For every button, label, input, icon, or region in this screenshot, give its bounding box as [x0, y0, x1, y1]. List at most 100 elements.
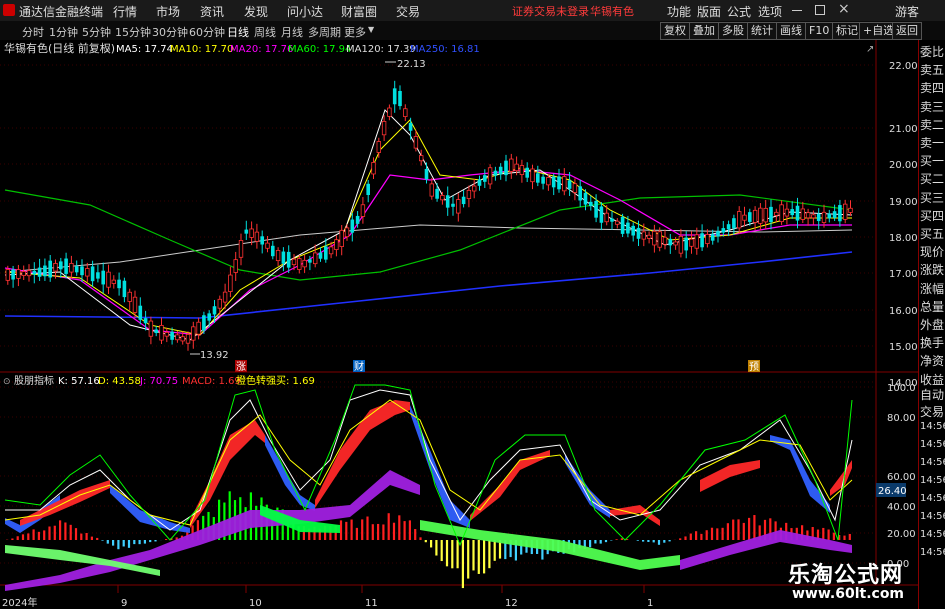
tf-more[interactable]: 更多	[344, 24, 366, 40]
candle-body	[562, 176, 567, 192]
candle-body	[138, 305, 143, 320]
candle-body	[461, 196, 466, 205]
minimize-icon[interactable]	[792, 10, 802, 11]
candle-body	[646, 234, 652, 239]
toolbar-biaoji[interactable]: 标记	[832, 22, 862, 40]
candle-body	[662, 236, 668, 245]
menu-wenxiaoda[interactable]: 问小达	[287, 3, 323, 20]
low-price-label: 13.92	[200, 350, 229, 361]
quote-label: 买四	[920, 208, 945, 223]
menu-hangqing[interactable]: 行情	[113, 3, 137, 20]
menu-gongshi[interactable]: 公式	[727, 3, 751, 20]
candle-body	[392, 88, 397, 105]
toolbar-fanhui[interactable]: 返回	[892, 22, 922, 40]
candle-body	[483, 175, 487, 182]
candle-body	[800, 208, 805, 220]
candle-body	[456, 199, 461, 214]
menu-caifuquan[interactable]: 财富圈	[341, 3, 377, 20]
candle-body	[350, 219, 355, 233]
candle-body	[43, 265, 47, 277]
tf-5min[interactable]: 5分钟	[82, 24, 111, 40]
y-tick: 80.00	[887, 413, 916, 424]
tf-60min[interactable]: 60分钟	[189, 24, 225, 40]
macd-bar	[726, 523, 729, 540]
watermark-title: 乐淘公式网	[788, 563, 904, 588]
quote-label: 卖二	[920, 117, 945, 132]
menu-banmian[interactable]: 版面	[697, 3, 721, 20]
candle-body	[387, 107, 392, 117]
maximize-icon[interactable]	[815, 5, 825, 15]
expand-icon[interactable]: ↗	[866, 44, 874, 55]
trade-login-warning[interactable]: 证券交易未登录	[512, 3, 589, 19]
candle-body	[769, 206, 773, 223]
candle-body	[509, 158, 514, 172]
candle-body	[26, 270, 32, 277]
quote-label: 买五	[920, 227, 945, 241]
guest-label[interactable]: 游客	[895, 3, 919, 20]
chart-settings-icon[interactable]: ⊙	[103, 45, 111, 55]
macd-bar	[477, 540, 480, 574]
macd-bar	[843, 535, 846, 540]
toolbar-f10[interactable]: F10	[805, 22, 834, 40]
menu-zixun[interactable]: 资讯	[200, 3, 224, 20]
x-tick: 10	[249, 598, 262, 609]
x-tick: 2024年	[2, 596, 37, 609]
tf-multi[interactable]: 多周期	[308, 24, 341, 40]
tf-daily[interactable]: 日线	[227, 24, 249, 40]
auto-trade-label[interactable]: 交易	[920, 403, 944, 420]
kline-chart-area[interactable]: 华锡有色(日线 前复权) ⊙ MA5: 17.74 MA10: 17.70 MA…	[0, 40, 918, 609]
macd-bar	[127, 540, 131, 548]
high-price-label: 22.13	[397, 59, 426, 70]
tf-monthly[interactable]: 月线	[281, 24, 303, 40]
candle-body	[106, 271, 111, 288]
macd-bar	[430, 540, 433, 548]
menu-shichang[interactable]: 市场	[156, 3, 180, 20]
toolbar-diejia[interactable]: 叠加	[689, 22, 719, 40]
ma120-label: MA120: 17.39	[346, 44, 416, 55]
menu-faxian[interactable]: 发现	[244, 3, 268, 20]
toolbar-duogu[interactable]: 多股	[718, 22, 748, 40]
candle-body	[117, 279, 121, 289]
candle-body	[583, 192, 588, 205]
candle-body	[281, 251, 286, 264]
indicator-settings-icon[interactable]: ⊙	[3, 377, 11, 387]
menu-jiaoyi[interactable]: 交易	[396, 3, 420, 20]
quote-label: 买三	[920, 190, 945, 205]
candle-body	[132, 296, 138, 313]
candle-body	[69, 263, 74, 273]
macd-bar	[32, 529, 35, 540]
macd-bar	[154, 540, 157, 542]
candle-body	[477, 179, 482, 186]
candle-body	[111, 279, 116, 284]
toolbar-huaxian[interactable]: 画线	[776, 22, 806, 40]
candle-body	[429, 183, 434, 197]
quote-label: 卖三	[920, 99, 945, 114]
candle-body	[758, 207, 763, 224]
candle-body	[689, 238, 694, 247]
candle-body	[212, 306, 217, 315]
candle-body	[589, 201, 593, 207]
candle-body	[180, 336, 185, 342]
toolbar-fuquan[interactable]: 复权	[660, 22, 690, 40]
macd-bar	[59, 520, 62, 540]
toolbar-tongji[interactable]: 统计	[747, 22, 777, 40]
auto-trade-label[interactable]: 自动	[920, 386, 944, 403]
quote-label: 现价	[920, 245, 945, 260]
macd-bar	[345, 521, 348, 540]
tf-1min[interactable]: 1分钟	[49, 24, 78, 40]
menu-gongneng[interactable]: 功能	[667, 3, 691, 20]
tf-30min[interactable]: 30分钟	[152, 24, 188, 40]
tf-15min[interactable]: 15分钟	[115, 24, 151, 40]
macd-bar	[488, 540, 491, 569]
menu-xuanxiang[interactable]: 选项	[758, 3, 782, 20]
candle-body	[652, 230, 657, 246]
quote-label: 卖一	[920, 136, 945, 150]
macd-bar	[456, 540, 459, 569]
tf-fenshi[interactable]: 分时	[22, 24, 44, 40]
y-tick: 40.00	[887, 502, 916, 513]
close-icon[interactable]: ×	[838, 1, 850, 17]
macd-bar	[705, 530, 708, 540]
more-dropdown-icon[interactable]: ▼	[368, 25, 374, 34]
tf-weekly[interactable]: 周线	[254, 24, 276, 40]
macd-bar	[11, 538, 14, 540]
